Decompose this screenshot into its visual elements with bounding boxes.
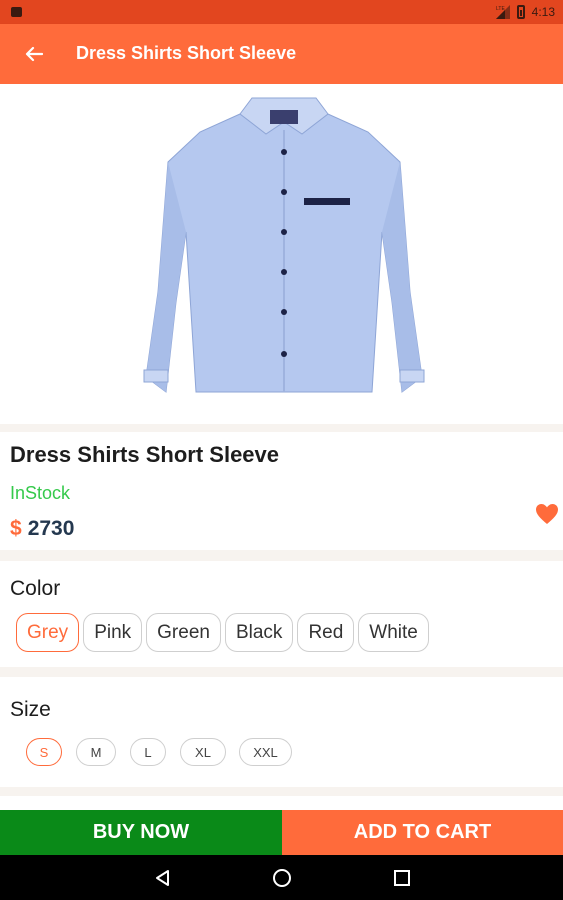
back-button[interactable]: [18, 38, 50, 70]
color-option-green[interactable]: Green: [146, 613, 221, 652]
size-title: Size: [10, 698, 51, 721]
circle-home-icon: [273, 869, 291, 887]
size-option-m[interactable]: M: [76, 738, 116, 766]
app-bar: Dress Shirts Short Sleeve: [0, 24, 563, 84]
svg-text:LTE: LTE: [496, 6, 505, 12]
nav-home-button[interactable]: [271, 867, 293, 889]
page-title: Dress Shirts Short Sleeve: [76, 43, 297, 63]
product-info-card: Dress Shirts Short Sleeve InStock $2730: [0, 432, 563, 550]
stock-status: InStock: [10, 483, 71, 503]
buy-now-button[interactable]: BUY NOW: [0, 810, 282, 855]
size-section: Size S M L XL XXL: [0, 677, 563, 787]
notification-icon: [11, 7, 22, 17]
size-option-l[interactable]: L: [130, 738, 166, 766]
color-option-white[interactable]: White: [358, 613, 429, 652]
color-option-grey[interactable]: Grey: [16, 613, 80, 652]
size-option-xl[interactable]: XL: [180, 738, 226, 766]
color-title: Color: [10, 577, 61, 600]
size-options: S M L XL XXL: [26, 738, 326, 768]
price-value: 2730: [27, 517, 75, 540]
product-image: [143, 97, 425, 393]
add-to-cart-button[interactable]: ADD TO CART: [282, 810, 563, 855]
nav-recents-button[interactable]: [391, 867, 413, 889]
product-name: Dress Shirts Short Sleeve: [10, 442, 280, 467]
clock: 4:13: [531, 5, 555, 19]
size-option-xxl[interactable]: XXL: [239, 738, 292, 766]
size-option-s[interactable]: S: [26, 738, 62, 766]
color-option-black[interactable]: Black: [224, 613, 294, 652]
arrow-left-icon: [25, 46, 43, 62]
status-bar: LTE 4:13: [0, 0, 563, 24]
system-nav-bar: [0, 855, 563, 900]
color-options: Grey Pink Green Black Red White: [16, 613, 429, 652]
color-section: Color Grey Pink Green Black Red White: [0, 561, 563, 667]
square-recents-icon: [394, 870, 410, 886]
content-bottom-strip: [0, 796, 563, 810]
color-option-pink[interactable]: Pink: [83, 613, 143, 652]
status-icons: LTE 4:13: [495, 4, 555, 20]
color-option-red[interactable]: Red: [297, 613, 355, 652]
nav-back-button[interactable]: [151, 867, 173, 889]
product-image-area: [0, 84, 563, 424]
triangle-back-icon: [156, 870, 169, 886]
currency-symbol: $: [10, 517, 22, 540]
product-price: $2730: [10, 517, 74, 541]
battery-icon: [516, 5, 525, 19]
signal-icon: LTE: [495, 5, 510, 19]
heart-icon[interactable]: [535, 503, 559, 525]
